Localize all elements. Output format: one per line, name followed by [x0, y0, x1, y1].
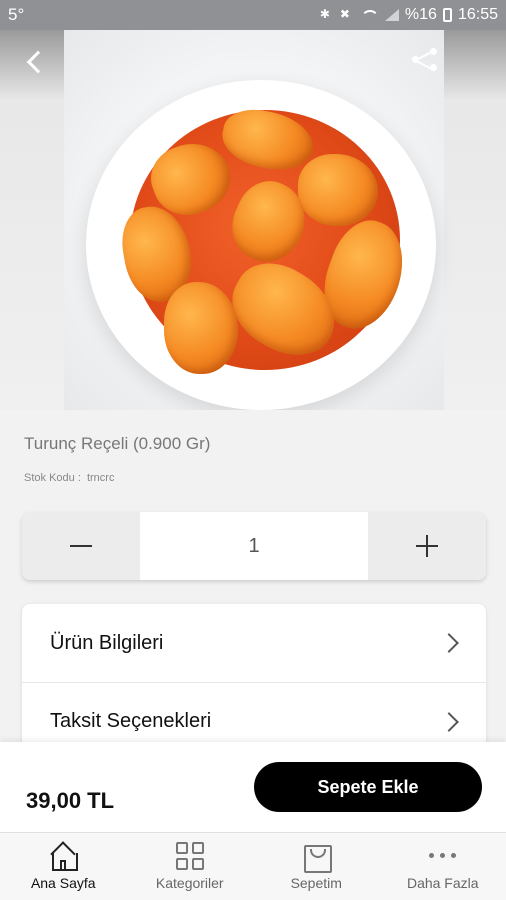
- nav-item-cart[interactable]: Sepetim: [253, 833, 380, 900]
- bowl: [86, 80, 436, 410]
- stock-code-value: trncrc: [86, 472, 115, 484]
- grid-icon: [175, 841, 205, 871]
- stock-code-label: Stok Kodu :: [24, 472, 81, 484]
- mute-icon: [339, 7, 353, 22]
- clock: 16:55: [457, 6, 498, 23]
- nav-label-more: Daha Fazla: [406, 875, 479, 891]
- jam-syrup: [116, 103, 417, 374]
- share-icon[interactable]: [406, 42, 446, 82]
- nav-item-home[interactable]: Ana Sayfa: [0, 833, 127, 900]
- price: 39,00 TL: [26, 788, 115, 813]
- product-info-row[interactable]: Ürün Bilgileri: [22, 604, 486, 682]
- nav-item-categories[interactable]: Kategoriler: [127, 833, 254, 900]
- status-icons: %16 16:55: [319, 6, 498, 24]
- nav-label-cart: Sepetim: [290, 875, 342, 891]
- decrease-quantity-button[interactable]: [22, 512, 140, 580]
- status-bar: 5° %16 16:55: [0, 0, 506, 30]
- home-icon: [48, 841, 79, 871]
- add-to-cart-button[interactable]: Sepete Ekle: [254, 762, 482, 812]
- purchase-bar: 39,00 TL Sepete Ekle: [0, 742, 506, 832]
- chevron-right-icon: [439, 633, 459, 653]
- product-photo: [64, 30, 444, 410]
- wifi-icon: [359, 8, 379, 22]
- nav-item-more[interactable]: Daha Fazla: [380, 833, 506, 900]
- chevron-right-icon: [439, 711, 459, 732]
- bluetooth-icon: [319, 7, 333, 22]
- product-info-label: Ürün Bilgileri: [50, 631, 164, 654]
- temperature-text: 5°: [8, 5, 25, 24]
- installment-options-label: Taksit Seçenekleri: [50, 710, 212, 732]
- product-info-list: Ürün Bilgileri Taksit Seçenekleri: [22, 604, 486, 764]
- bag-icon: [301, 841, 333, 873]
- product-image-area[interactable]: [0, 30, 506, 410]
- back-icon[interactable]: [18, 42, 58, 82]
- battery-icon: [442, 8, 452, 22]
- quantity-value[interactable]: 1: [140, 512, 368, 580]
- orange-peel: [164, 282, 238, 374]
- product-title: Turunç Reçeli (0.900 Gr): [24, 434, 211, 453]
- nav-label-categories: Kategoriler: [155, 875, 224, 891]
- nav-label-home: Ana Sayfa: [30, 875, 96, 891]
- stock-code: Stok Kodu : trncrc: [24, 472, 114, 484]
- orange-peel: [298, 154, 378, 226]
- dots-icon: [428, 841, 458, 871]
- signal-icon: [383, 8, 399, 22]
- bottom-navigation: Ana Sayfa Kategoriler Sepetim Daha Fazla: [0, 832, 506, 900]
- battery-percent: %16: [404, 6, 437, 23]
- increase-quantity-button[interactable]: [368, 512, 486, 580]
- quantity-stepper: 1: [22, 512, 486, 580]
